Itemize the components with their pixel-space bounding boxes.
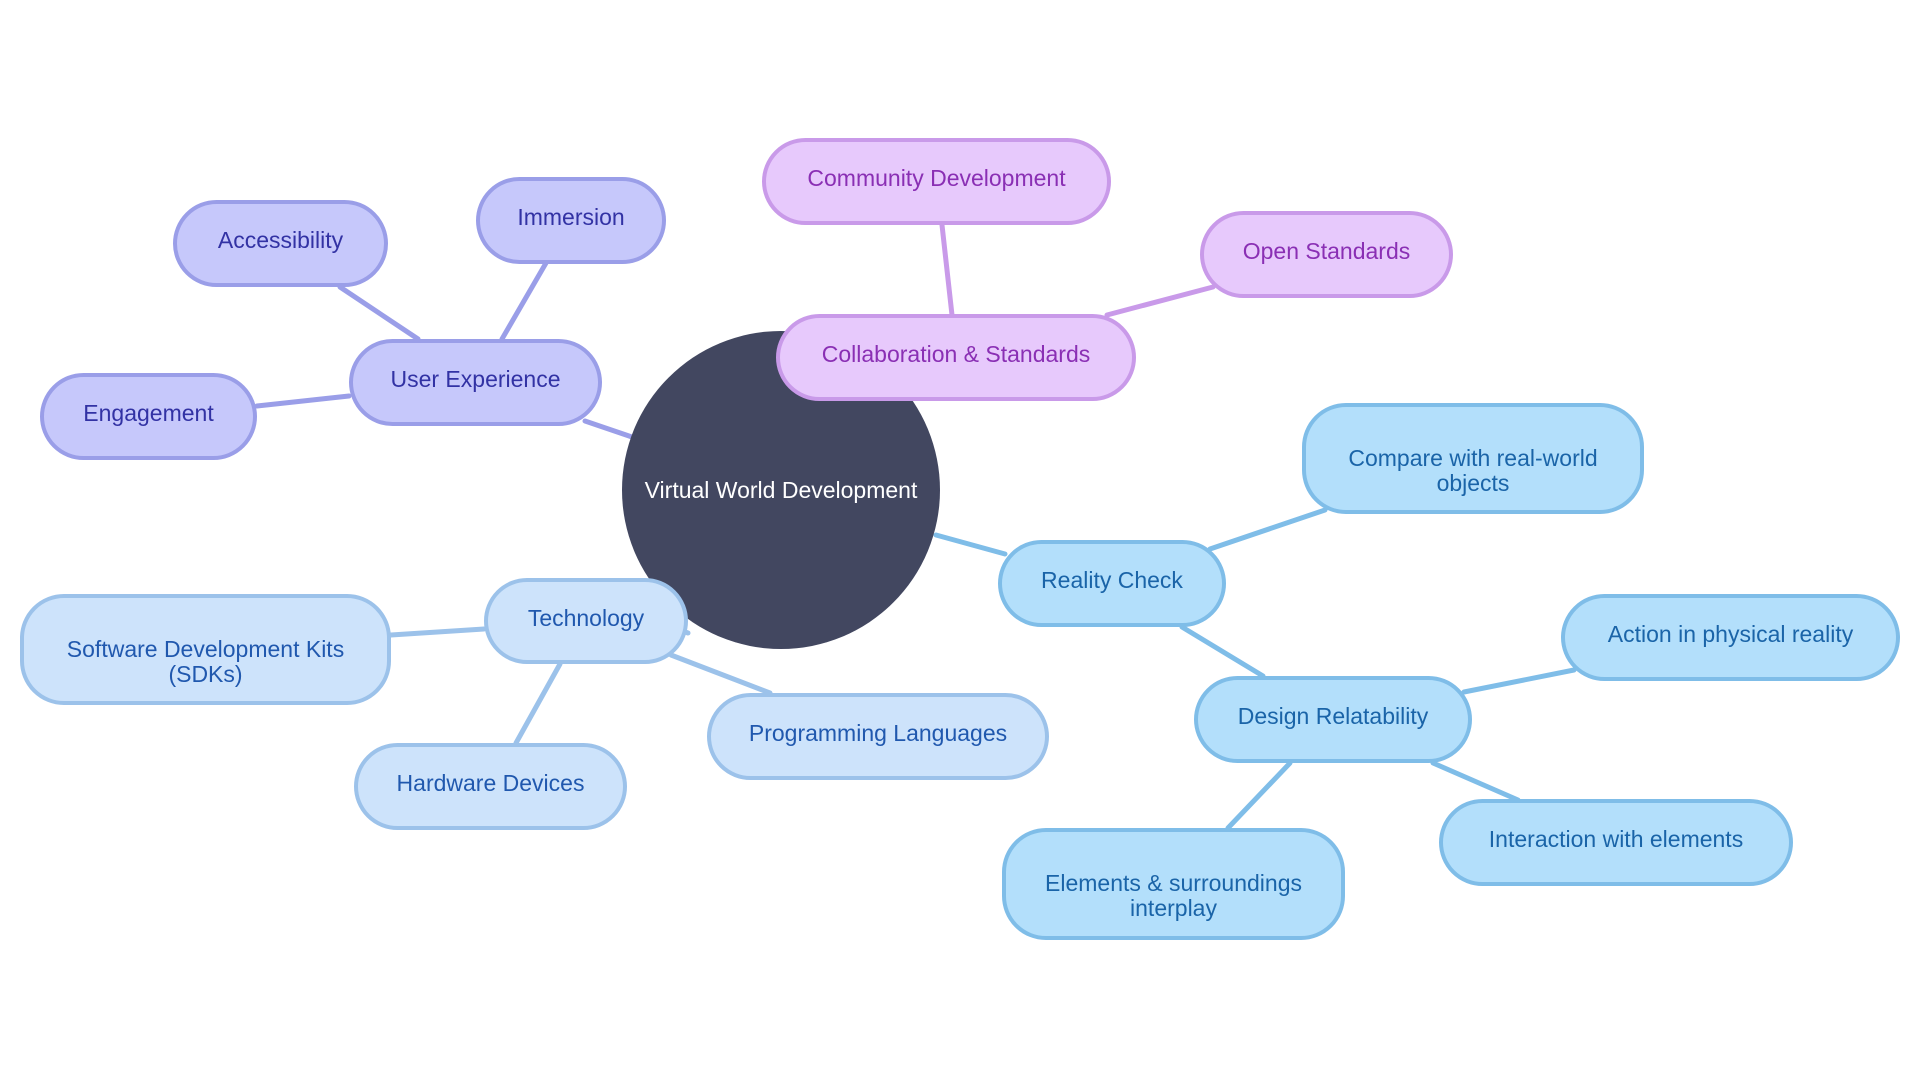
edge-root-ux: [582, 418, 635, 440]
node-label-line2: objects: [1436, 469, 1510, 496]
node-label: Collaboration & Standards: [821, 341, 1091, 367]
node-collaboration-standards[interactable]: Collaboration & Standards: [776, 314, 1136, 401]
edge-root-reality: [933, 532, 1008, 557]
node-label: Design Relatability: [1237, 703, 1429, 729]
node-label: Action in physical reality: [1607, 621, 1854, 647]
edge-tech-sdk: [388, 626, 487, 638]
node-hardware-devices[interactable]: Hardware Devices: [354, 743, 627, 830]
edge-ux-immersion: [499, 260, 549, 342]
node-label: Reality Check: [1041, 567, 1183, 593]
node-label-line2: interplay: [1130, 895, 1217, 921]
node-label: Immersion: [517, 204, 625, 230]
node-action-physical-reality[interactable]: Action in physical reality: [1561, 594, 1900, 681]
edge-ux-accessibility: [337, 284, 421, 342]
node-design-relatability[interactable]: Design Relatability: [1194, 676, 1472, 763]
node-label-line1: Elements & surroundings: [1045, 870, 1302, 896]
node-label: Programming Languages: [748, 720, 1008, 746]
node-label: Engagement: [83, 400, 214, 426]
node-user-experience[interactable]: User Experience: [349, 339, 602, 426]
node-community-development[interactable]: Community Development: [762, 138, 1111, 225]
edge-reality-compare: [1207, 507, 1328, 552]
node-immersion[interactable]: Immersion: [476, 177, 666, 264]
node-reality-check[interactable]: Reality Check: [998, 540, 1226, 627]
node-label: Technology: [527, 605, 645, 631]
node-compare-real-world[interactable]: Compare with real-world objects: [1302, 403, 1644, 514]
node-sdks[interactable]: Software Development Kits (SDKs): [20, 594, 391, 705]
node-programming-languages[interactable]: Programming Languages: [707, 693, 1049, 780]
node-label-line1: Compare with real-world: [1348, 444, 1598, 471]
node-engagement[interactable]: Engagement: [40, 373, 257, 460]
edge-design-elements: [1225, 760, 1293, 831]
edge-co-community: [939, 222, 955, 318]
node-interaction-elements[interactable]: Interaction with elements: [1439, 799, 1793, 886]
node-elements-surroundings[interactable]: Elements & surroundings interplay: [1002, 828, 1345, 940]
edge-ux-engagement: [254, 393, 352, 409]
node-open-standards[interactable]: Open Standards: [1200, 211, 1453, 298]
node-label: Hardware Devices: [396, 770, 585, 796]
edge-tech-programming: [668, 652, 773, 696]
edge-co-open: [1104, 284, 1216, 318]
node-label-line2: (SDKs): [168, 660, 243, 687]
edge-tech-hardware: [513, 661, 563, 746]
node-accessibility[interactable]: Accessibility: [173, 200, 388, 287]
node-label: Open Standards: [1242, 238, 1411, 264]
edge-design-interaction: [1430, 760, 1521, 803]
node-label: Accessibility: [217, 227, 344, 253]
node-label-line1: Software Development Kits: [66, 635, 345, 662]
edge-reality-design: [1179, 624, 1266, 679]
node-label: User Experience: [390, 366, 561, 392]
edge-design-action: [1461, 667, 1577, 695]
node-label: Community Development: [807, 165, 1066, 191]
node-label: Interaction with elements: [1488, 826, 1744, 852]
root-label: Virtual World Development: [644, 476, 918, 503]
node-technology[interactable]: Technology: [484, 578, 688, 664]
